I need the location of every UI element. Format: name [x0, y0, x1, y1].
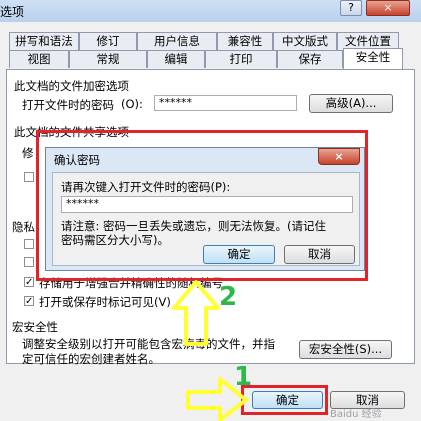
annotation-overlay [172, 280, 248, 421]
watermark: Baidu 经验 [330, 409, 382, 420]
arrow-up-icon [172, 280, 220, 346]
step-1-label: 1 [234, 362, 253, 392]
step-2-label: 2 [219, 282, 238, 312]
